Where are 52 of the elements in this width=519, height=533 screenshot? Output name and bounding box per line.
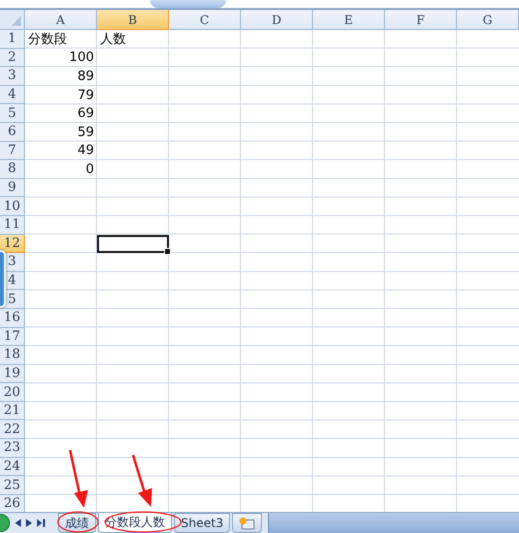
column-header[interactable]: F [385, 10, 457, 30]
column-header[interactable]: C [169, 10, 241, 30]
row-header[interactable]: 10 [0, 197, 25, 216]
row-header[interactable]: 6 [0, 122, 25, 142]
column-header[interactable]: A [25, 10, 97, 30]
row-header[interactable]: 26 [0, 494, 25, 512]
sheet-tab[interactable]: 分数段人数 [98, 513, 172, 533]
row-header[interactable]: 4 [0, 86, 25, 104]
row-header[interactable]: 5 [0, 104, 25, 123]
table-cell-text: 49 [76, 142, 95, 160]
last-sheet-icon[interactable] [37, 519, 45, 527]
row-header[interactable]: 19 [0, 364, 25, 384]
next-sheet-icon[interactable] [26, 519, 32, 527]
table-cell-text: 89 [76, 68, 95, 86]
row-header[interactable]: 1 [0, 30, 25, 49]
row-header[interactable]: 22 [0, 420, 25, 440]
table-cell-text: 59 [76, 124, 95, 142]
row-header[interactable]: 17 [0, 328, 25, 346]
row-header[interactable]: 8 [0, 160, 25, 179]
row-header[interactable]: 18 [0, 346, 25, 365]
previous-sheet-icon[interactable] [15, 519, 21, 527]
selected-cell[interactable] [97, 234, 169, 254]
column-header[interactable]: B [97, 10, 169, 30]
annotation-arrow [68, 450, 88, 508]
row-header[interactable]: 20 [0, 383, 25, 402]
annotation-ellipse [57, 511, 99, 533]
row-header[interactable]: 16 [0, 308, 25, 328]
column-header[interactable]: D [241, 10, 313, 30]
table-cell-text: 100 [68, 49, 95, 68]
row-header[interactable]: 11 [0, 216, 25, 235]
new-sheet-icon [239, 516, 256, 530]
insert-sheet-button[interactable] [232, 513, 262, 533]
annotation-arrow [132, 454, 152, 507]
table-cell-text: 人数 [99, 31, 127, 49]
row-header[interactable]: 21 [0, 402, 25, 420]
table-cell-text: 79 [76, 86, 95, 104]
sheet-tab[interactable]: Sheet3 [174, 513, 230, 533]
row-header[interactable]: 2 [0, 48, 25, 68]
row-header[interactable]: 3 [0, 67, 25, 86]
table-cell-text: 69 [76, 105, 95, 123]
row-header[interactable]: 7 [0, 142, 25, 160]
horizontal-scrollbar[interactable] [268, 513, 519, 533]
table-cell-text: 分数段 [27, 31, 68, 49]
row-header[interactable]: 24 [0, 458, 25, 476]
column-header[interactable]: E [313, 10, 385, 30]
row-header[interactable]: 9 [0, 178, 25, 198]
row-header[interactable]: 12 [0, 234, 25, 254]
table-cell-text: 0 [84, 160, 95, 179]
row-header[interactable]: 23 [0, 439, 25, 458]
row-header[interactable]: 25 [0, 476, 25, 495]
select-all-icon [11, 16, 21, 26]
column-header[interactable]: G [457, 10, 519, 30]
